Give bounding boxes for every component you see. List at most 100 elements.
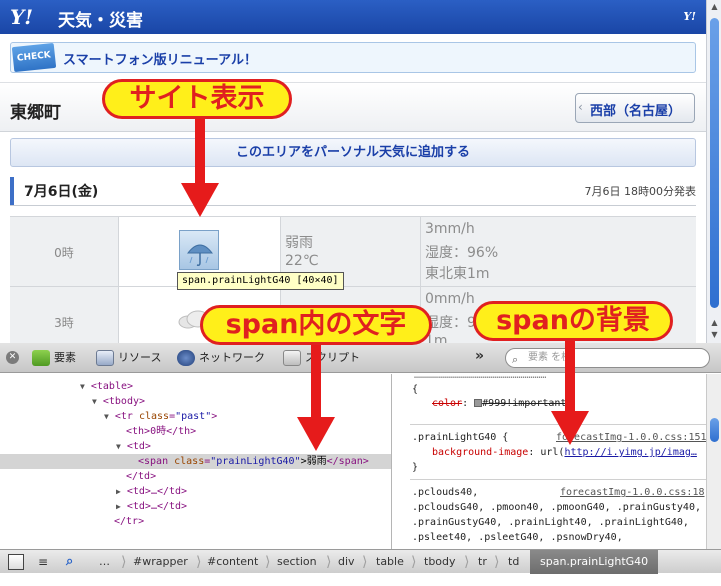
scroll-up-icon[interactable]: ▲ [709,2,720,12]
disclosure-triangle-icon[interactable]: ▼ [92,397,97,406]
hour-label: 0時 [54,246,74,260]
wind: 東北東1m [425,266,490,282]
yahoo-header: Y! 天気・災害 Y! [0,0,706,34]
rainfall: 3mm/h [425,221,475,237]
tab-label: リソース [118,351,162,364]
console-icon[interactable]: ≡ [38,554,54,570]
dom-tree[interactable]: ▼ <table> ▼ <tbody> ▼ <tr class="past"> … [0,374,391,562]
location-name: 東郷町 [10,103,61,123]
breadcrumb-item[interactable]: #content [207,550,258,574]
style-brace: } [412,462,419,473]
tab-network[interactable]: ネットワーク [177,348,265,368]
breadcrumb-item[interactable]: … [99,550,110,574]
arrow-down-icon [551,411,589,445]
disclosure-triangle-icon[interactable]: ▼ [104,412,109,421]
style-brace: { [412,384,419,395]
humidity: 湿度：96% [425,245,499,261]
network-icon [177,350,195,366]
chevron-right-icon: ⟩ [494,554,500,570]
yahoo-logo[interactable]: Y! [10,5,33,29]
smartphone-notice-link[interactable]: スマートフォン版リニューアル！ [63,49,257,68]
breadcrumb-item[interactable]: div [338,550,355,574]
breadcrumb-item[interactable]: tr [478,550,487,574]
scroll-up-icon[interactable]: ▲ [709,318,720,328]
rainfall: 0mm/h [425,291,475,307]
dom-node-selected[interactable]: <span class="prainLightG40">弱雨</span> [0,454,391,469]
callout-span-background: spanの背景 [473,301,673,341]
breadcrumb-item[interactable]: section [277,550,317,574]
dom-node[interactable]: ▼ <tbody> [0,394,391,409]
dom-node[interactable]: ▶ <td>…</td> [0,484,391,499]
chevron-right-icon: ⟩ [326,554,332,570]
tab-elements[interactable]: 要素 [32,348,76,368]
add-personal-weather-button[interactable]: このエリアをパーソナル天気に追加する [10,138,696,167]
chevron-right-icon: ⟩ [265,554,271,570]
style-selector: .prainGustyG40, .prainLight40, .prainLig… [412,517,689,528]
arrow-down-icon [297,417,335,451]
styles-scrollbar[interactable] [706,374,721,549]
elements-icon [32,350,50,366]
breadcrumb-item[interactable]: #wrapper [133,550,188,574]
inspector-toolbar: ✕ 要素 リソース ネットワーク スクリプト » ⌕ 要素 を検 [0,343,721,373]
smartphone-notice[interactable]: CHECK スマートフォン版リニューアル！ [10,42,696,73]
tab-resources[interactable]: リソース [96,348,161,368]
chevron-right-icon: ⟩ [121,554,127,570]
humidity: 湿度：9 [425,315,476,331]
more-tabs-button[interactable]: » [475,348,484,364]
close-icon[interactable]: ✕ [6,351,19,364]
dock-icon[interactable] [8,554,24,570]
site-scrollbar-thumb[interactable] [710,18,719,308]
disclosure-triangle-icon[interactable]: ▼ [80,382,85,391]
disclosure-triangle-icon[interactable]: ▶ [116,487,121,496]
web-inspector: ✕ 要素 リソース ネットワーク スクリプト » ⌕ 要素 を検 ▼ <tabl… [0,343,721,586]
forecast-row: 0時 弱雨 22℃ 3mm/h 湿度：96% 東北東1m [10,216,696,286]
dom-node[interactable]: ▼ <table> [0,379,391,394]
hour-cell: 0時 [10,217,118,286]
hour-label: 3時 [54,316,74,330]
style-selector: .pcloudsG40, .pmoon40, .pmoonG40, .prain… [412,502,701,513]
yahoo-small-logo[interactable]: Y! [683,10,696,23]
date-heading: 7月6日(金) 7月6日 18時00分発表 [10,177,696,205]
divider [10,205,696,206]
chevron-left-icon: ‹ [578,100,583,114]
style-property[interactable]: background-image: url(http://i.yimg.jp/i… [432,445,706,460]
stylesheet-link[interactable]: forecastImg-1.0.0.css:18 [560,485,706,500]
breadcrumb-item-selected[interactable]: span.prainLightG40 [530,550,659,574]
disclosure-triangle-icon[interactable]: ▶ [116,502,121,511]
element-tooltip: span.prainLightG40 [40×40] [177,272,344,290]
dom-node[interactable]: </tr> [0,514,391,529]
scroll-down-icon[interactable]: ▼ [709,330,720,340]
tab-scripts[interactable]: スクリプト [283,348,360,368]
weather-text: 弱雨 [285,235,313,251]
styles-pane[interactable]: ………………………………………………………… { color: #999!imp… [391,374,706,549]
hour-cell: 3時 [10,287,118,343]
breadcrumb: ≡ ⌕ … ⟩ #wrapper ⟩ #content ⟩ section ⟩ … [0,549,721,574]
arrow-down-icon [181,183,219,217]
callout-span-text: span内の文字 [200,305,432,345]
chevron-right-icon: ⟩ [196,554,202,570]
inspect-search-icon[interactable]: ⌕ [66,554,82,570]
scripts-icon [283,350,301,366]
styles-scrollbar-thumb[interactable] [710,418,719,442]
resources-icon [96,350,114,366]
style-selector: .psleet40, .psleetG40, .psnowDry40, [412,532,623,543]
tab-label: ネットワーク [199,351,265,364]
tab-label: 要素 [54,351,76,364]
breadcrumb-item[interactable]: td [508,550,519,574]
dom-node[interactable]: ▶ <td>…</td> [0,499,391,514]
detail-cell: 3mm/h 湿度：96% 東北東1m [420,217,696,286]
chevron-right-icon: ⟩ [362,554,368,570]
site-title[interactable]: 天気・災害 [58,6,143,31]
dom-node[interactable]: </td> [0,469,391,484]
color-swatch[interactable] [474,399,483,407]
site-scrollbar[interactable]: ▲ ▲ ▼ [706,0,721,343]
breadcrumb-item[interactable]: tbody [424,550,456,574]
element-search-input[interactable]: ⌕ 要素 を検 [505,348,710,368]
arrow-shaft [311,345,321,417]
site-viewport: Y! 天気・災害 Y! CHECK スマートフォン版リニューアル！ 東郷町 ‹ … [0,0,706,343]
chevron-right-icon: ⟩ [464,554,470,570]
announce-time: 7月6日 18時00分発表 [584,185,697,198]
disclosure-triangle-icon[interactable]: ▼ [116,442,121,451]
breadcrumb-item[interactable]: table [376,550,404,574]
region-button[interactable]: ‹ 西部（名古屋） [575,93,695,123]
